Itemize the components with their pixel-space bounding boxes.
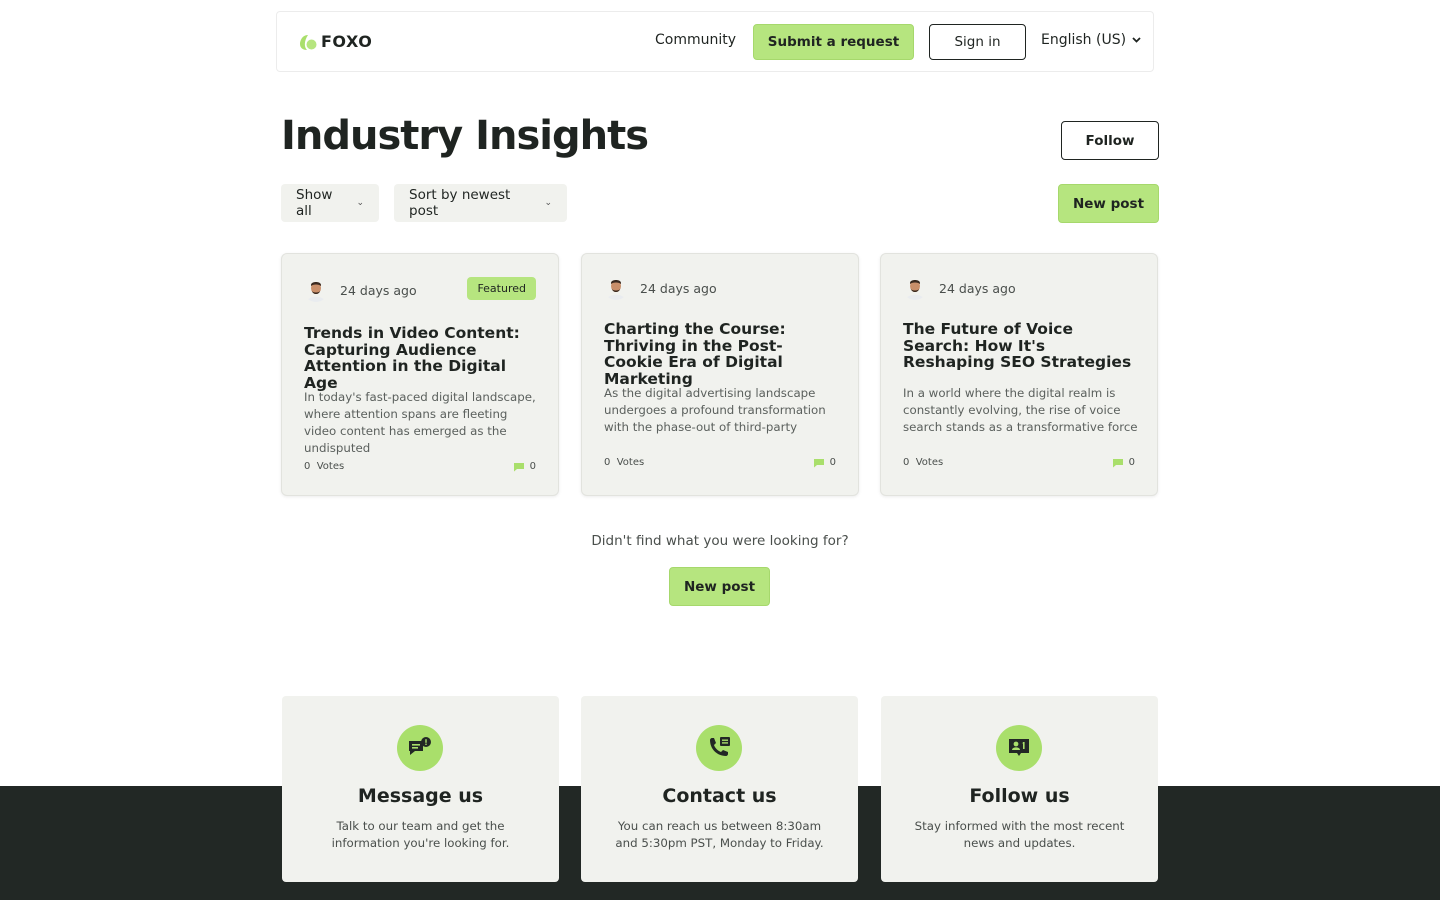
votes-count: 0 — [304, 461, 311, 472]
post-comments[interactable]: 0 — [513, 461, 536, 472]
message-icon — [397, 725, 443, 771]
avatar — [304, 278, 328, 302]
info-card-title: Contact us — [662, 785, 777, 807]
post-votes: 0 Votes — [304, 461, 344, 472]
post-card[interactable]: 24 days ago The Future of Voice Search: … — [880, 253, 1158, 496]
post-time: 24 days ago — [939, 280, 1016, 296]
votes-label: Votes — [616, 457, 645, 468]
comments-count: 0 — [529, 461, 536, 472]
votes-label: Votes — [316, 461, 345, 472]
post-title[interactable]: Charting the Course: Thriving in the Pos… — [604, 321, 840, 387]
comment-icon — [813, 458, 824, 467]
sort-label: Sort by newest post — [409, 187, 511, 219]
comment-icon — [1112, 458, 1123, 467]
post-comments[interactable]: 0 — [1112, 457, 1135, 468]
post-card[interactable]: 24 days ago Charting the Course: Thrivin… — [581, 253, 859, 496]
new-post-button[interactable]: New post — [1058, 184, 1159, 223]
message-us-card[interactable]: Message us Talk to our team and get the … — [282, 696, 559, 882]
avatar — [604, 276, 628, 300]
post-time: 24 days ago — [640, 280, 717, 296]
nav-community-link[interactable]: Community — [655, 32, 736, 48]
post-excerpt: In today's fast-paced digital landscape,… — [304, 390, 536, 455]
sign-in-button[interactable]: Sign in — [929, 24, 1026, 60]
post-title[interactable]: The Future of Voice Search: How It's Res… — [903, 321, 1139, 371]
post-title[interactable]: Trends in Video Content: Capturing Audie… — [304, 325, 540, 391]
chevron-down-icon: ⌄ — [356, 198, 364, 208]
post-excerpt: In a world where the digital realm is co… — [903, 386, 1138, 434]
contact-us-card[interactable]: Contact us You can reach us between 8:30… — [581, 696, 858, 882]
show-all-label: Show all — [296, 187, 333, 219]
info-card-title: Message us — [357, 785, 484, 807]
info-card-title: Follow us — [969, 785, 1070, 807]
post-meta: 24 days ago — [604, 276, 717, 300]
votes-count: 0 — [604, 457, 611, 468]
post-time: 24 days ago — [340, 282, 417, 298]
phone-icon — [696, 725, 742, 771]
site-header: FOXO Community Submit a request Sign in … — [276, 11, 1154, 72]
post-excerpt: As the digital advertising landscape und… — [604, 386, 826, 434]
submit-request-button[interactable]: Submit a request — [753, 24, 914, 60]
avatar — [903, 276, 927, 300]
comment-icon — [513, 462, 524, 471]
follow-button[interactable]: Follow — [1061, 121, 1159, 160]
info-card-text: Talk to our team and get the information… — [331, 819, 510, 850]
language-label: English (US) — [1041, 32, 1127, 48]
page-title: Industry Insights — [281, 113, 649, 159]
show-all-filter[interactable]: Show all ⌄ — [281, 184, 379, 222]
post-meta: 24 days ago — [903, 276, 1016, 300]
follow-icon — [996, 725, 1042, 771]
votes-count: 0 — [903, 457, 910, 468]
chevron-down-icon: ⌄ — [544, 198, 552, 208]
info-card-text: You can reach us between 8:30am and 5:30… — [615, 819, 824, 850]
sort-filter[interactable]: Sort by newest post ⌄ — [394, 184, 567, 222]
post-comments[interactable]: 0 — [813, 457, 836, 468]
language-selector[interactable]: English (US) — [1041, 32, 1141, 48]
comments-count: 0 — [1128, 457, 1135, 468]
comments-count: 0 — [829, 457, 836, 468]
votes-label: Votes — [915, 457, 944, 468]
featured-badge: Featured — [467, 277, 536, 300]
logo-text: FOXO — [321, 32, 373, 51]
logo[interactable]: FOXO — [299, 32, 372, 51]
post-meta: 24 days ago — [304, 278, 417, 302]
not-found-text: Didn't find what you were looking for? — [591, 533, 849, 549]
follow-us-card[interactable]: Follow us Stay informed with the most re… — [881, 696, 1158, 882]
new-post-button-bottom[interactable]: New post — [669, 567, 770, 606]
info-card-text: Stay informed with the most recent news … — [914, 819, 1125, 850]
logo-mark-icon — [300, 34, 317, 50]
chevron-down-icon — [1132, 37, 1141, 43]
post-card[interactable]: 24 days ago Featured Trends in Video Con… — [281, 253, 559, 496]
post-votes: 0 Votes — [604, 457, 644, 468]
post-votes: 0 Votes — [903, 457, 943, 468]
